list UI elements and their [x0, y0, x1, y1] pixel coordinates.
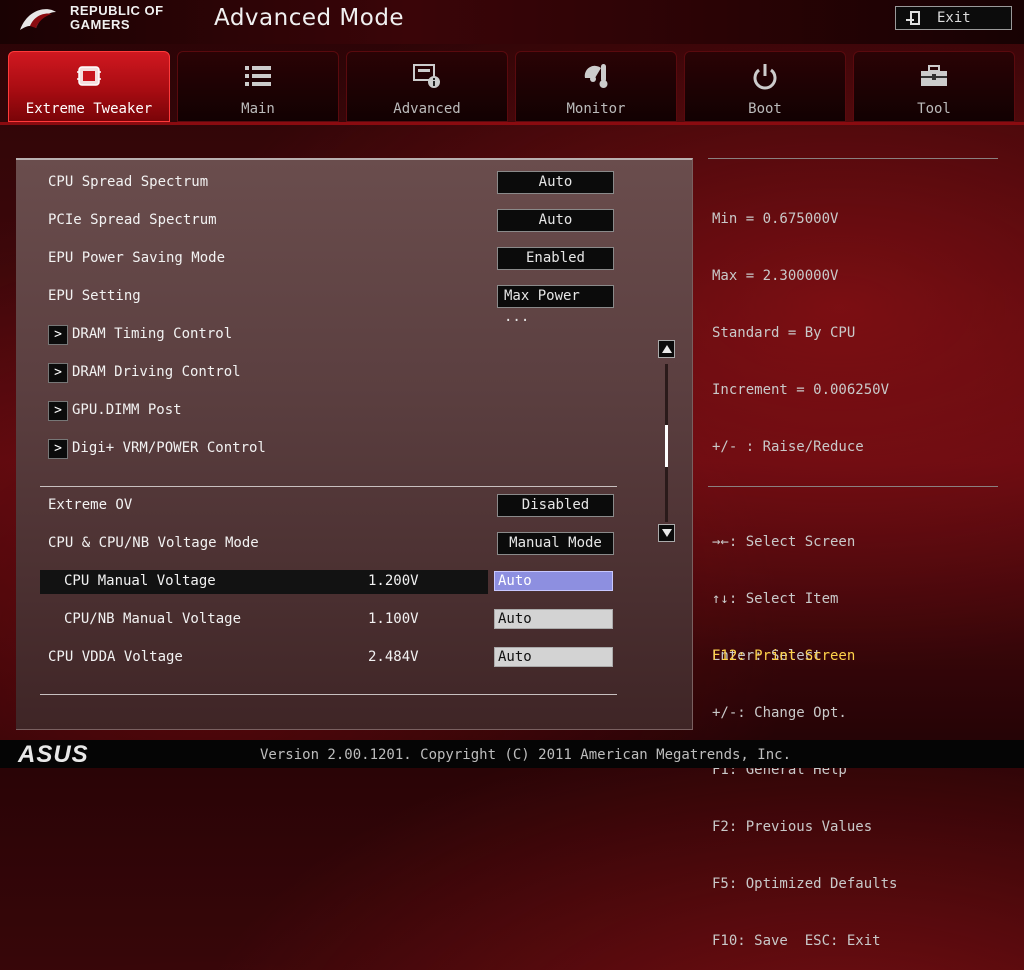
- power-icon: [750, 62, 780, 90]
- exit-button[interactable]: Exit: [895, 6, 1012, 30]
- setting-epu-power-saving-mode[interactable]: EPU Power Saving Mode Enabled: [16, 247, 616, 271]
- tab-boot[interactable]: Boot: [684, 51, 846, 122]
- toolbox-icon: [919, 62, 949, 90]
- key-hint: +/-: Change Opt.: [712, 705, 847, 721]
- print-screen-hint: F12: Print Screen: [712, 648, 856, 664]
- key-hint: F2: Previous Values: [712, 819, 873, 835]
- brand-text: REPUBLIC OF GAMERS: [70, 4, 164, 32]
- submenu-arrow-icon: >: [48, 401, 68, 421]
- setting-voltage-mode[interactable]: CPU & CPU/NB Voltage Mode Manual Mode: [16, 532, 616, 556]
- pcie-spread-spectrum-select[interactable]: Auto: [497, 209, 614, 232]
- asus-logo: ASUS: [18, 741, 89, 768]
- submenu-arrow-icon: >: [48, 439, 68, 459]
- help-keys: →←: Select Screen ↑↓: Select Item Enter:…: [712, 495, 897, 970]
- help-keys-divider: [708, 486, 998, 487]
- setting-label: CPU Manual Voltage: [64, 573, 216, 589]
- submenu-digi-vrm-power-control[interactable]: > Digi+ VRM/POWER Control: [16, 437, 616, 461]
- setting-cpu-vdda-voltage[interactable]: CPU VDDA Voltage 2.484V Auto: [16, 646, 616, 670]
- exit-door-icon: [906, 11, 920, 25]
- scroll-down-button[interactable]: [658, 524, 675, 542]
- brand-line-2: GAMERS: [70, 17, 131, 32]
- section-divider-bottom: [40, 694, 617, 695]
- setting-label: CPU VDDA Voltage: [48, 649, 183, 665]
- cpu-spread-spectrum-select[interactable]: Auto: [497, 171, 614, 194]
- setting-label: CPU/NB Manual Voltage: [64, 611, 242, 627]
- key-hint: →←: Select Screen: [712, 534, 856, 550]
- submenu-dram-timing-control[interactable]: > DRAM Timing Control: [16, 323, 616, 347]
- help-line: Increment = 0.006250V: [712, 382, 890, 398]
- rog-eye-logo-icon: [20, 9, 56, 30]
- current-voltage: 1.200V: [368, 573, 419, 589]
- current-voltage: 2.484V: [368, 649, 419, 665]
- setting-label: CPU Spread Spectrum: [48, 174, 209, 190]
- setting-cpu-spread-spectrum[interactable]: CPU Spread Spectrum Auto: [16, 171, 616, 195]
- setting-label: EPU Power Saving Mode: [48, 250, 226, 266]
- submenu-arrow-icon: >: [48, 363, 68, 383]
- setting-label: EPU Setting: [48, 288, 141, 304]
- tab-tool[interactable]: Tool: [853, 51, 1015, 122]
- setting-cpunb-manual-voltage[interactable]: CPU/NB Manual Voltage 1.100V Auto: [16, 608, 616, 632]
- section-divider: [40, 486, 617, 487]
- help-line: Standard = By CPU: [712, 325, 856, 341]
- help-line: Max = 2.300000V: [712, 268, 839, 284]
- help-top-divider: [708, 158, 998, 159]
- tab-label: Boot: [748, 101, 782, 117]
- setting-label: PCIe Spread Spectrum: [48, 212, 217, 228]
- setting-label: Extreme OV: [48, 497, 133, 513]
- setting-pcie-spread-spectrum[interactable]: PCIe Spread Spectrum Auto: [16, 209, 616, 233]
- settings-panel: CPU Spread Spectrum Auto PCIe Spread Spe…: [16, 158, 693, 730]
- key-hint: F5: Optimized Defaults: [712, 876, 898, 892]
- tab-label: Extreme Tweaker: [25, 101, 153, 117]
- tab-extreme-tweaker[interactable]: Extreme Tweaker: [8, 51, 170, 122]
- list-icon: [243, 62, 273, 90]
- epu-power-saving-select[interactable]: Enabled: [497, 247, 614, 270]
- exit-button-label: Exit: [937, 10, 971, 26]
- scrollbar-thumb[interactable]: [665, 425, 668, 467]
- submenu-gpu-dimm-post[interactable]: > GPU.DIMM Post: [16, 399, 616, 423]
- tab-label: Advanced: [393, 101, 461, 117]
- voltage-mode-select[interactable]: Manual Mode: [497, 532, 614, 555]
- setting-epu-setting[interactable]: EPU Setting Max Power ...: [16, 285, 616, 325]
- submenu-dram-driving-control[interactable]: > DRAM Driving Control: [16, 361, 616, 385]
- tab-label: Tool: [917, 101, 951, 117]
- current-voltage: 1.100V: [368, 611, 419, 627]
- thermometer-fan-icon: [581, 62, 611, 90]
- submenu-arrow-icon: >: [48, 325, 68, 345]
- advanced-info-icon: [412, 62, 442, 90]
- key-hint: F10: Save ESC: Exit: [712, 933, 881, 949]
- cpu-manual-voltage-input[interactable]: Auto: [494, 571, 613, 591]
- version-text: Version 2.00.1201. Copyright (C) 2011 Am…: [260, 747, 792, 763]
- extreme-ov-select[interactable]: Disabled: [497, 494, 614, 517]
- cpunb-manual-voltage-input[interactable]: Auto: [494, 609, 613, 629]
- top-bar: REPUBLIC OF GAMERS Advanced Mode Exit: [0, 0, 1024, 44]
- setting-label: CPU & CPU/NB Voltage Mode: [48, 535, 259, 551]
- cpu-vdda-voltage-input[interactable]: Auto: [494, 647, 613, 667]
- tab-advanced[interactable]: Advanced: [346, 51, 508, 122]
- scroll-up-button[interactable]: [658, 340, 675, 358]
- brand-line-1: REPUBLIC OF: [70, 3, 164, 18]
- submenu-label: DRAM Driving Control: [72, 364, 241, 380]
- tab-label: Main: [241, 101, 275, 117]
- setting-cpu-manual-voltage[interactable]: CPU Manual Voltage 1.200V: [40, 570, 488, 594]
- tab-label: Monitor: [566, 101, 626, 117]
- help-description: Min = 0.675000V Max = 2.300000V Standard…: [712, 172, 889, 476]
- tab-monitor[interactable]: Monitor: [515, 51, 677, 122]
- submenu-label: DRAM Timing Control: [72, 326, 233, 342]
- page-title: Advanced Mode: [214, 5, 405, 31]
- tab-main[interactable]: Main: [177, 51, 339, 122]
- help-line: +/- : Raise/Reduce: [712, 439, 864, 455]
- tab-divider: [0, 122, 1024, 125]
- submenu-label: Digi+ VRM/POWER Control: [72, 440, 266, 456]
- epu-setting-select[interactable]: Max Power ...: [497, 285, 614, 325]
- tweaker-icon: [74, 62, 104, 90]
- footer: ASUS Version 2.00.1201. Copyright (C) 20…: [0, 740, 1024, 768]
- key-hint: ↑↓: Select Item: [712, 591, 839, 607]
- help-line: Min = 0.675000V: [712, 211, 839, 227]
- setting-extreme-ov[interactable]: Extreme OV Disabled: [16, 494, 616, 518]
- submenu-label: GPU.DIMM Post: [72, 402, 182, 418]
